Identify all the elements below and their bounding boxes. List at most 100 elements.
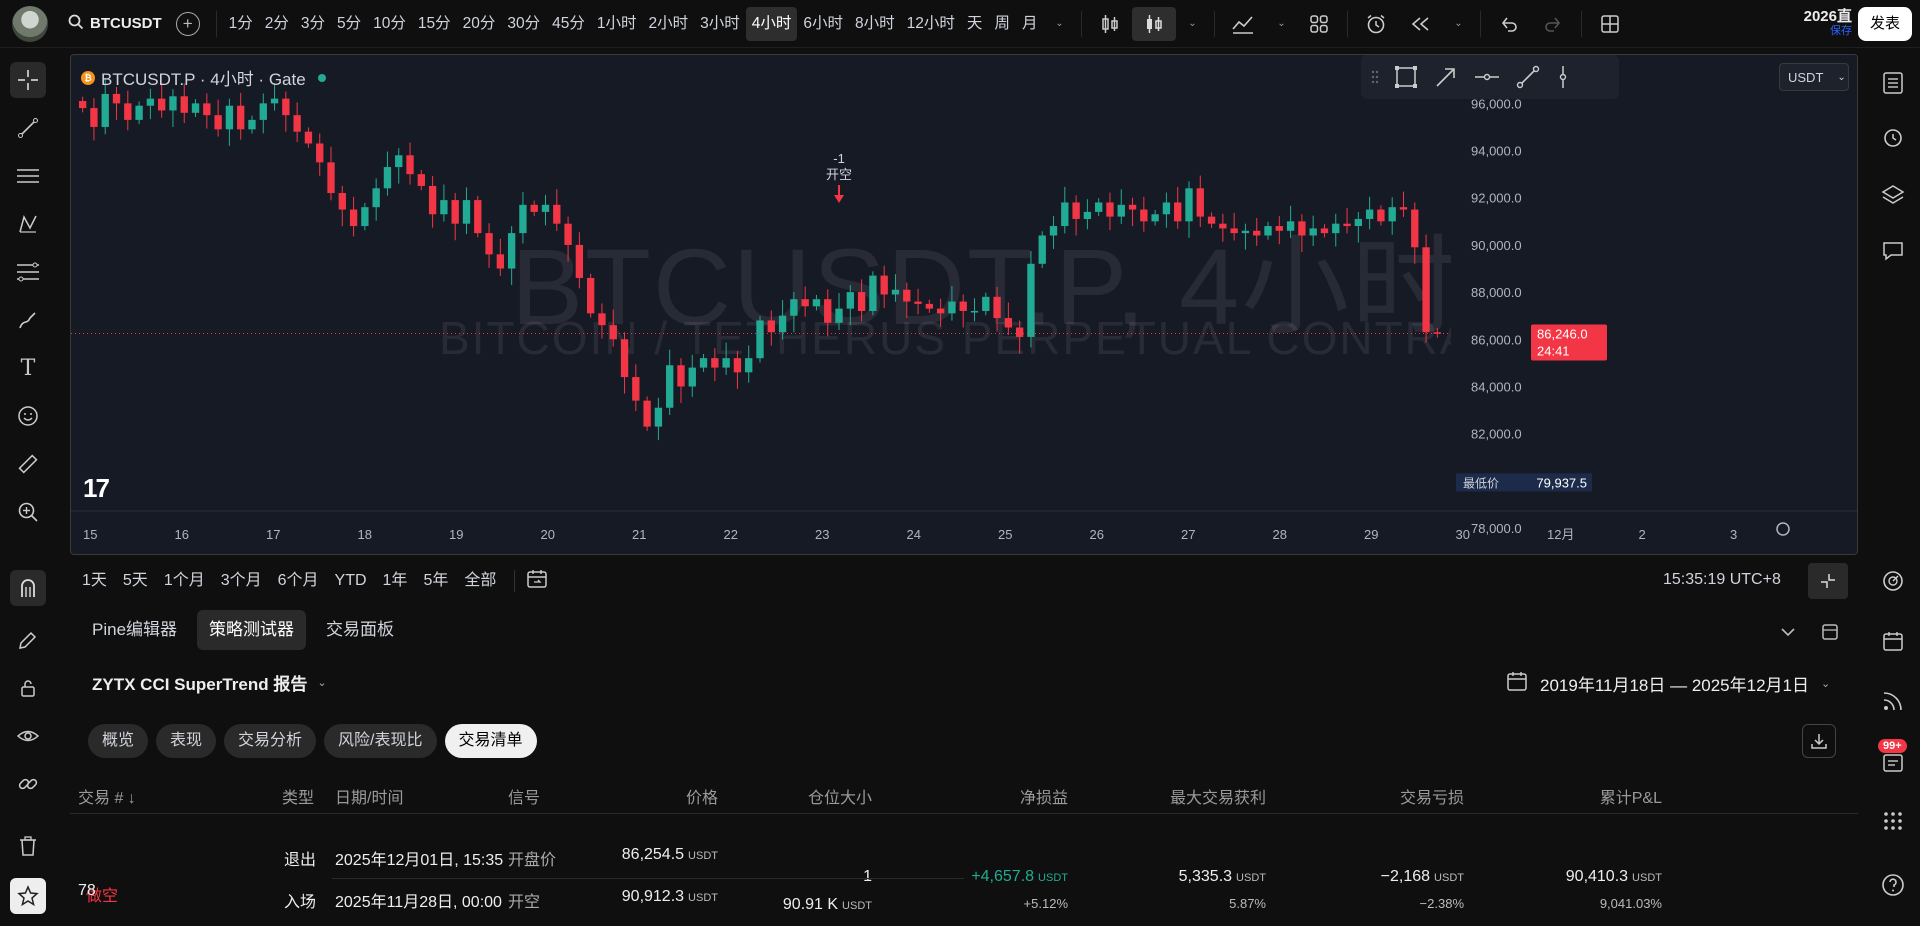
goto-date-icon[interactable] [525,568,549,595]
interval-0[interactable]: 1分 [223,7,259,41]
lock-icon[interactable] [10,670,46,706]
report-subtab-2[interactable]: 交易分析 [224,724,317,758]
link-icon[interactable] [10,766,46,802]
trend-line-icon[interactable] [10,110,46,146]
interval-11[interactable]: 3小时 [694,7,746,41]
interval-10[interactable]: 2小时 [643,7,695,41]
favorites-star-icon[interactable] [10,878,46,914]
arrow-tool-icon[interactable] [1433,64,1459,90]
report-subtab-1[interactable]: 表现 [156,724,217,758]
layers-icon[interactable] [1878,180,1908,210]
interval-2[interactable]: 3分 [295,7,331,41]
interval-8[interactable]: 45分 [546,7,591,41]
watchlist-icon[interactable] [1878,68,1908,98]
broadcast-icon[interactable] [1878,686,1908,716]
trash-icon[interactable] [10,828,46,864]
range-7[interactable]: 5年 [415,566,456,596]
interval-6[interactable]: 20分 [457,7,502,41]
chart-legend[interactable]: ₿ BTCUSDT.P · 4小时 · Gate [81,65,326,90]
emoji-icon[interactable] [10,398,46,434]
alerts-clock-icon[interactable] [1878,122,1908,152]
chart-pane[interactable]: BTCUSDT.P, 4小时 BITCOIN / TETHERUS PERPET… [70,54,1858,555]
horizontal-lines-icon[interactable] [10,158,46,194]
calendar-icon[interactable] [1878,626,1908,656]
range-5[interactable]: YTD [327,566,375,596]
interval-5[interactable]: 15分 [412,7,457,41]
redo-icon[interactable] [1531,7,1575,41]
drag-handle-icon[interactable] [1371,69,1379,85]
chat-icon[interactable] [1878,236,1908,266]
candles-chart-type-icon[interactable] [1132,6,1177,41]
zoom-in-icon[interactable] [10,494,46,530]
horizontal-ray-tool-icon[interactable] [1473,64,1501,90]
range-1[interactable]: 5天 [115,566,156,596]
panel-tab-2[interactable]: 交易面板 [314,610,406,650]
backtest-date-range[interactable]: 2019年11月18日 — 2025年12月1日 ⌄ [1506,670,1830,697]
compare-add-icon[interactable]: + [175,11,200,36]
interval-9[interactable]: 1小时 [591,7,643,41]
timezone-clock[interactable]: 15:35:19 UTC+8 [1663,571,1781,589]
symbol-search[interactable]: BTCUSDT [60,7,170,41]
help-icon[interactable] [1878,870,1908,900]
undo-icon[interactable] [1487,7,1531,41]
ruler-icon[interactable] [10,446,46,482]
candles-outline-icon[interactable] [1088,7,1132,41]
interval-7[interactable]: 30分 [501,7,546,41]
interval-14[interactable]: 8小时 [849,7,901,41]
eye-icon[interactable] [10,718,46,754]
save-layout[interactable]: 2026直 保存 [1804,9,1852,38]
collapse-panel-icon[interactable] [1778,622,1798,647]
range-0[interactable]: 1天 [74,566,115,596]
vertical-line-tool-icon[interactable] [1555,64,1571,90]
interval-13[interactable]: 6小时 [797,7,849,41]
chart-type-chevron-icon[interactable]: ⌄ [1176,7,1208,41]
layout-grid-icon[interactable] [1297,7,1341,41]
pencil-lock-icon[interactable] [10,622,46,658]
range-6[interactable]: 1年 [375,566,416,596]
panel-tab-1[interactable]: 策略测试器 [197,610,307,650]
interval-16[interactable]: 天 [961,7,989,41]
pattern-tool-icon[interactable] [10,206,46,242]
currency-select[interactable]: USDT ⌄ [1779,63,1849,91]
interval-dropdown-chevron-icon[interactable]: ⌄ [1043,7,1075,41]
interval-12[interactable]: 4小时 [745,6,798,41]
report-subtab-0[interactable]: 概览 [88,724,149,758]
report-subtab-3[interactable]: 风险/表现比 [324,724,437,758]
range-3[interactable]: 3个月 [213,566,270,596]
tradingview-logo-icon[interactable]: 17 [83,473,110,504]
replay-chevron-icon[interactable]: ⌄ [1442,7,1474,41]
panel-tab-0[interactable]: Pine编辑器 [80,610,189,650]
alert-clock-icon[interactable] [1354,7,1398,41]
strategy-report-selector[interactable]: ZYTX CCI SuperTrend 报告 ⌄ [92,670,327,695]
grid-dots-icon[interactable] [1878,806,1908,836]
interval-1[interactable]: 2分 [259,7,295,41]
magnet-icon[interactable] [10,570,46,606]
indicators-icon[interactable] [1221,7,1265,41]
export-download-button[interactable] [1802,724,1836,758]
avatar[interactable] [12,5,48,42]
range-2[interactable]: 1个月 [156,566,213,596]
interval-18[interactable]: 月 [1016,7,1044,41]
crosshair-icon[interactable] [10,62,46,98]
speedometer-icon[interactable] [1878,566,1908,596]
brush-icon[interactable] [10,302,46,338]
report-subtab-4[interactable]: 交易清单 [444,724,537,758]
text-tool-icon[interactable]: T [10,350,46,386]
auto-scale-button[interactable] [1808,563,1848,599]
maximize-panel-icon[interactable] [1820,622,1840,647]
range-8[interactable]: 全部 [456,566,504,596]
interval-3[interactable]: 5分 [331,7,367,41]
rectangle-tool-icon[interactable] [1393,64,1419,90]
replay-icon[interactable] [1398,7,1442,41]
interval-15[interactable]: 12小时 [901,7,961,41]
range-4[interactable]: 6个月 [270,566,327,596]
indicators-chevron-icon[interactable]: ⌄ [1265,7,1297,41]
layout-select-icon[interactable] [1588,7,1632,41]
publish-button[interactable]: 发表 [1857,6,1912,41]
col-trade-number[interactable]: 交易 # ↓ [78,784,136,808]
fib-tool-icon[interactable] [10,254,46,290]
interval-4[interactable]: 10分 [367,7,412,41]
line-tool-icon[interactable] [1515,64,1541,90]
interval-17[interactable]: 周 [988,7,1016,41]
table-row[interactable]: 入场 2025年11月28日, 00:00 开空 90,912.3 USDT [70,888,1858,918]
